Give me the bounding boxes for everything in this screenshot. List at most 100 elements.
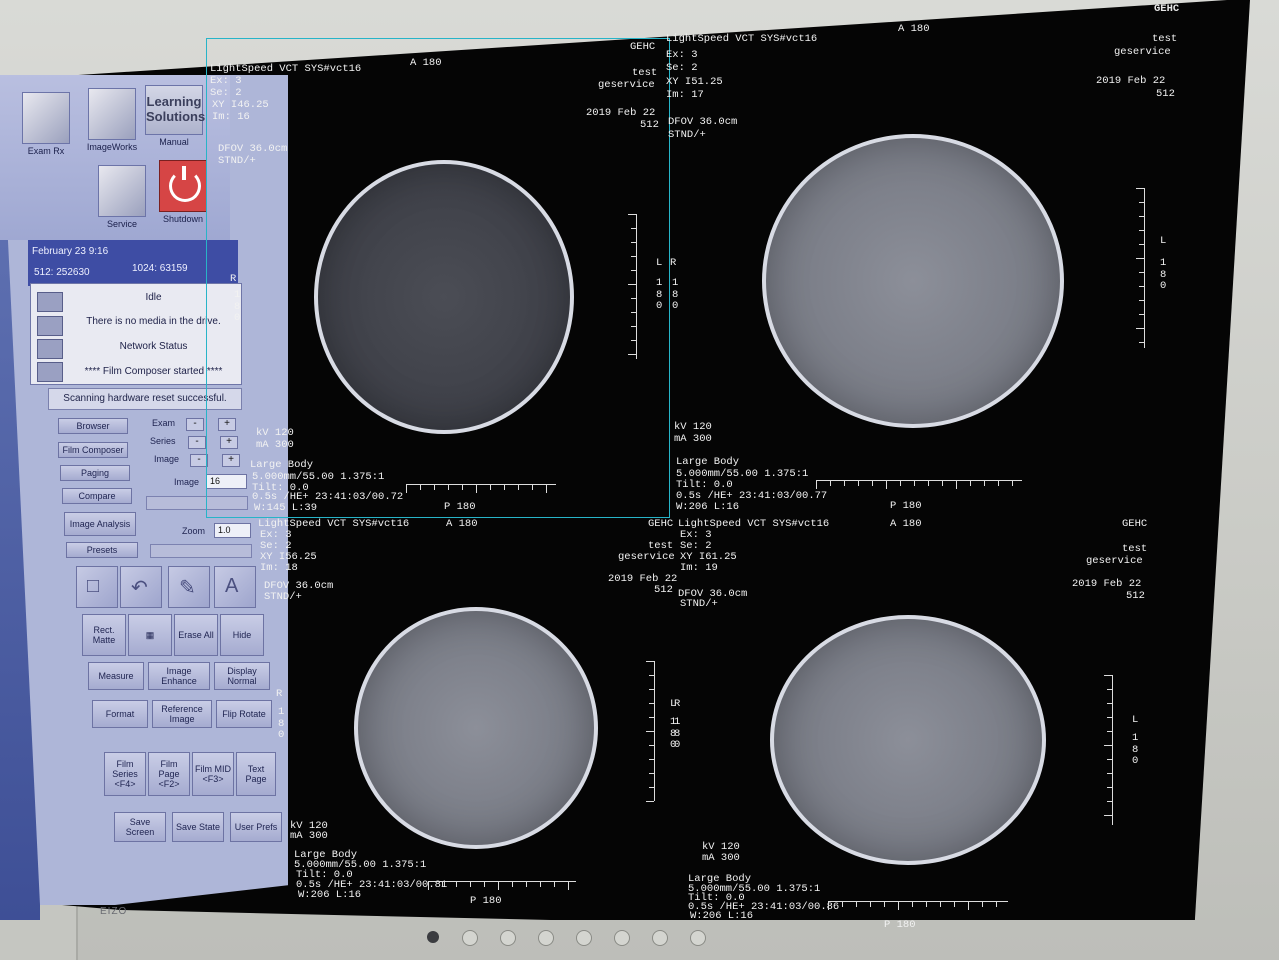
erase-all-button[interactable]: Erase All — [174, 614, 218, 656]
vp4-horizontal-scale — [828, 901, 1008, 910]
vp1-dfov: DFOV 36.0cm — [218, 143, 288, 155]
vp4-posterior-label: P 180 — [884, 919, 916, 931]
left-arrow-icon[interactable] — [576, 930, 592, 946]
series-prev-button[interactable]: - — [188, 436, 206, 449]
measure-button[interactable]: Measure — [88, 662, 144, 690]
vp3-matrix: 512 — [654, 584, 673, 596]
vp2-posterior-label: P 180 — [890, 500, 922, 512]
vp3-anterior-label: A 180 — [446, 518, 478, 530]
save-screen-button[interactable]: Save Screen — [114, 812, 166, 842]
browser-button[interactable]: Browser — [58, 418, 128, 434]
reference-image-button[interactable]: Reference Image — [152, 700, 212, 728]
vp1-left-value: 1 8 0 — [656, 277, 663, 312]
film-composer-button[interactable]: Film Composer — [58, 442, 128, 458]
viewport-4[interactable]: LightSpeed VCT SYS#vct16 A 180 GEHC Ex: … — [674, 518, 1158, 930]
corner-gehc: GEHC — [1154, 3, 1180, 15]
vp1-vertical-scale — [628, 214, 637, 359]
shutdown-launcher[interactable]: Shutdown — [156, 160, 210, 224]
paging-button[interactable]: Paging — [60, 465, 130, 481]
input-icon[interactable] — [500, 930, 516, 946]
roi-icon: □ — [87, 575, 100, 597]
presets-button[interactable]: Presets — [66, 542, 138, 558]
vp1-date: 2019 Feb 22 — [586, 107, 656, 119]
manual-launcher[interactable]: Learning Solutions Manual — [144, 85, 206, 147]
vp3-posterior-label: P 180 — [470, 895, 502, 907]
vp4-matrix: 512 — [1126, 590, 1145, 602]
zoom-slider[interactable] — [150, 544, 252, 558]
vp3-vertical-scale — [646, 661, 655, 802]
vp2-kv: kV 120 — [674, 421, 712, 433]
vp1-series: Se: 2 — [210, 87, 242, 99]
vp1-gehc: GEHC — [630, 41, 656, 53]
vp4-left-label: L — [1132, 714, 1139, 726]
media-icon — [37, 316, 63, 336]
vp2-position: XY I51.25 — [666, 76, 723, 88]
viewport-3[interactable]: LightSpeed VCT SYS#vct16 A 180 GEHC Ex: … — [258, 518, 678, 909]
viewport-1[interactable]: LightSpeed VCT SYS#vct16 A 180 GEHC Ex: … — [210, 41, 666, 514]
save-state-button[interactable]: Save State — [172, 812, 224, 842]
zoom-label: Zoom — [182, 526, 206, 536]
vp2-phantom-image — [762, 134, 1064, 428]
power-icon — [159, 160, 207, 212]
vp1-left-label: L — [656, 257, 663, 269]
vp4-vertical-scale — [1104, 675, 1113, 825]
mode-icon[interactable] — [462, 930, 478, 946]
vp1-phantom-image — [314, 160, 574, 434]
film-page-button[interactable]: Film Page <F2> — [148, 752, 190, 796]
learning-solutions-tile: Learning Solutions — [146, 94, 206, 124]
image-enhance-button[interactable]: Image Enhance — [148, 662, 210, 690]
vp4-gehc: GEHC — [1122, 518, 1148, 530]
exam-label: Exam — [152, 418, 176, 428]
annotate-tool-button[interactable]: A — [214, 566, 256, 608]
vp3-phantom-image — [354, 607, 598, 849]
format-button[interactable]: Format — [92, 700, 148, 728]
vp3-right-value: 1 8 0 — [278, 706, 285, 741]
viewport-2[interactable]: LightSpeed VCT SYS#vct16 A 180 Ex: 3 Se:… — [666, 23, 1186, 520]
vp1-matrix: 512 — [640, 119, 659, 131]
roi-tool-button[interactable]: □ — [76, 566, 118, 608]
vp2-left-value: 1 8 0 — [1160, 257, 1167, 292]
s-button-icon[interactable] — [538, 930, 554, 946]
power-button-icon[interactable] — [690, 930, 706, 946]
enter-icon[interactable] — [614, 930, 630, 946]
right-arrow-icon[interactable] — [652, 930, 668, 946]
vp2-ma: mA 300 — [674, 433, 712, 445]
film-mid-button[interactable]: Film MID <F3> — [192, 752, 234, 796]
vp1-horizontal-scale — [406, 484, 556, 493]
draw-tool-button[interactable]: ✎ — [168, 566, 210, 608]
vp1-exam: Ex: 3 — [210, 75, 242, 87]
vp4-window-level: W:206 L:16 — [690, 910, 754, 922]
vp1-anterior-label: A 180 — [410, 57, 442, 69]
service-launcher[interactable]: Service — [96, 165, 148, 229]
image-label: Image — [154, 454, 180, 464]
vp2-header: LightSpeed VCT SYS#vct16 — [666, 33, 818, 45]
vp4-right-label: R — [674, 698, 681, 710]
vp3-horizontal-scale — [428, 881, 576, 890]
vp3-ma: mA 300 — [290, 830, 328, 842]
film-icon — [37, 362, 63, 382]
vp1-kv: kV 120 — [256, 427, 294, 439]
film-series-button[interactable]: Film Series <F4> — [104, 752, 146, 796]
zoom-input[interactable]: 1.0 — [214, 523, 251, 538]
vp2-horizontal-scale — [816, 480, 1022, 489]
vp4-right-value: 1 8 0 — [674, 716, 681, 751]
window-level-tool-button[interactable]: ↶ — [120, 566, 162, 608]
shutdown-label: Shutdown — [162, 214, 204, 224]
exam-rx-launcher[interactable]: Exam Rx — [20, 92, 72, 156]
image-analysis-button[interactable]: Image Analysis — [64, 512, 136, 536]
vp1-header: LightSpeed VCT SYS#vct16 — [210, 63, 362, 75]
manual-label: Manual — [159, 137, 189, 147]
grid-icon: ▦ — [145, 630, 155, 640]
vp2-left-label: L — [1160, 235, 1167, 247]
grid-button[interactable]: ▦ — [128, 614, 172, 656]
exam-prev-button[interactable]: - — [186, 418, 204, 431]
vp1-image-number: Im: 16 — [212, 111, 250, 123]
vp4-account: geservice — [1086, 555, 1143, 567]
image-number-label: Image — [174, 477, 200, 487]
compare-button[interactable]: Compare — [62, 488, 132, 504]
vp3-image-number: Im: 18 — [260, 562, 298, 574]
imageworks-launcher[interactable]: ImageWorks — [84, 88, 140, 152]
rect-matte-button[interactable]: Rect. Matte — [82, 614, 126, 656]
vp3-right-label: R — [276, 688, 283, 700]
imageworks-label: ImageWorks — [86, 142, 138, 152]
